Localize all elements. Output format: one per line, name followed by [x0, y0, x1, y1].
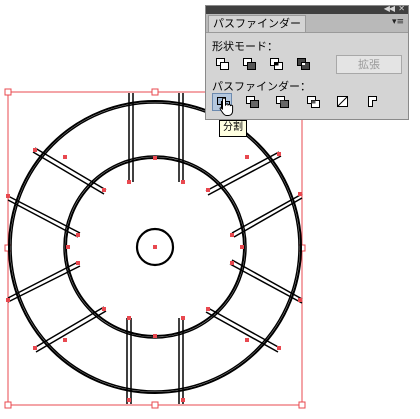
merge-icon	[276, 96, 289, 108]
crop-button[interactable]	[303, 93, 323, 111]
subtract-from-shape-area-button[interactable]	[239, 55, 259, 73]
minus-back-icon	[368, 96, 377, 107]
outline-button[interactable]	[333, 93, 353, 111]
expand-button[interactable]: 拡張	[336, 55, 402, 74]
exclude-shape-icon	[297, 58, 310, 70]
add-shape-icon	[216, 58, 229, 70]
merge-button[interactable]	[272, 93, 292, 111]
trim-icon	[246, 96, 259, 108]
intersect-shape-icon	[270, 58, 283, 70]
pathfinder-panel: ◀◀ ✕ パスファインダー ▾≡ 形状モード： 拡張 パスファインダー：	[205, 4, 409, 120]
hand-cursor-icon	[219, 97, 234, 116]
tooltip: 分割	[219, 120, 247, 137]
crop-icon	[307, 96, 320, 108]
trim-button[interactable]	[242, 93, 262, 111]
target-artwork[interactable]	[6, 93, 303, 404]
intersect-shape-areas-button[interactable]	[266, 55, 286, 73]
panel-titlebar[interactable]: ◀◀ ✕	[206, 4, 408, 14]
subtract-shape-icon	[243, 58, 256, 70]
panel-menu-icon[interactable]: ▾≡	[392, 17, 404, 27]
shape-modes-label: 形状モード：	[212, 40, 278, 53]
add-to-shape-area-button[interactable]	[212, 55, 232, 73]
pathfinders-label: パスファインダー：	[212, 80, 311, 93]
minus-back-button[interactable]	[364, 93, 384, 111]
outline-icon	[337, 96, 348, 107]
tab-pathfinder[interactable]: パスファインダー	[208, 15, 306, 32]
panel-tab-row: パスファインダー ▾≡	[206, 14, 408, 33]
exclude-overlapping-shape-areas-button[interactable]	[293, 55, 313, 73]
